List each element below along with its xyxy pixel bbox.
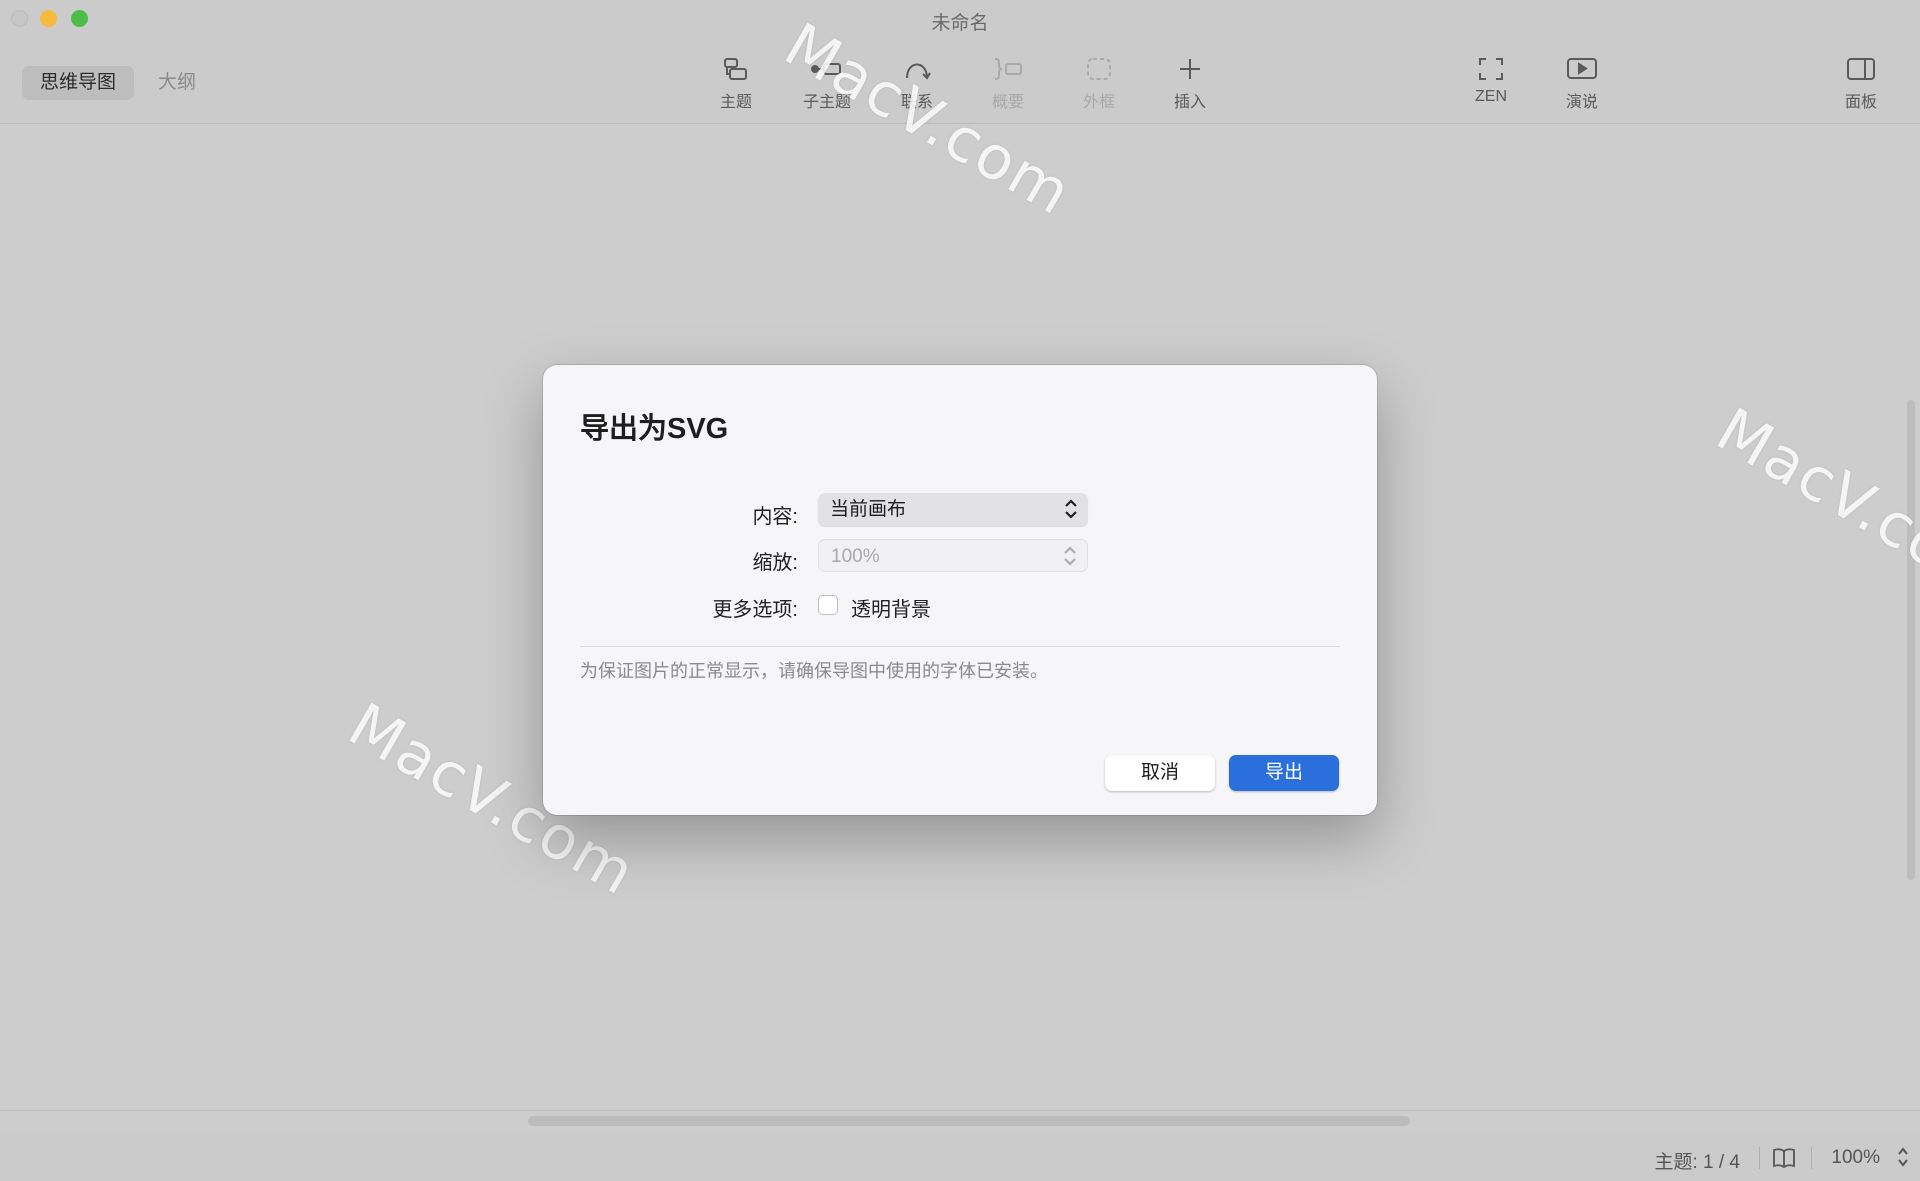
- scale-select-value: 100%: [831, 546, 880, 567]
- topic-button[interactable]: 主题: [696, 54, 776, 112]
- plus-icon: [1150, 54, 1230, 84]
- zen-label: ZEN: [1475, 88, 1507, 105]
- book-icon[interactable]: [1772, 1147, 1796, 1169]
- zen-button[interactable]: ZEN: [1451, 54, 1531, 106]
- view-switch: 思维导图 大纲: [22, 66, 214, 100]
- more-options-label: 更多选项:: [712, 599, 798, 621]
- play-icon: [1542, 54, 1622, 84]
- tab-outline[interactable]: 大纲: [140, 66, 214, 100]
- window-title: 未命名: [931, 13, 989, 34]
- subtopic-button[interactable]: 子主题: [787, 54, 867, 112]
- content-select-value: 当前画布: [830, 499, 907, 520]
- subtopic-label: 子主题: [802, 94, 851, 111]
- status-bar: 主题: 1 / 4 100%: [0, 1135, 1920, 1181]
- relation-icon: [877, 54, 957, 84]
- present-button[interactable]: 演说: [1542, 54, 1622, 112]
- content-label: 内容:: [752, 506, 798, 528]
- chevron-updown-icon: [1064, 498, 1078, 520]
- chevron-updown-icon: [1063, 545, 1077, 567]
- export-button[interactable]: 导出: [1229, 755, 1339, 791]
- boundary-icon: [1059, 54, 1139, 84]
- summary-icon: [968, 54, 1048, 84]
- topic-label: 主题: [719, 94, 752, 111]
- panel-label: 面板: [1844, 94, 1877, 111]
- zoom-stepper-icon[interactable]: [1896, 1145, 1910, 1169]
- insert-label: 插入: [1173, 94, 1206, 111]
- status-divider: [1759, 1147, 1760, 1169]
- font-hint-text: 为保证图片的正常显示，请确保导图中使用的字体已安装。: [580, 661, 1048, 681]
- boundary-button[interactable]: 外框: [1059, 54, 1139, 112]
- relation-label: 联系: [900, 94, 933, 111]
- present-label: 演说: [1565, 94, 1598, 111]
- panel-button[interactable]: 面板: [1821, 54, 1901, 112]
- title-bar: 未命名 思维导图 大纲 主题 子主题 联系 概要 外框 插入 ZEN 演说 面板: [0, 0, 1920, 124]
- boundary-label: 外框: [1082, 94, 1115, 111]
- transparent-background-checkbox[interactable]: [818, 595, 838, 615]
- status-divider: [1811, 1147, 1812, 1169]
- tab-mindmap[interactable]: 思维导图: [22, 66, 135, 100]
- cancel-button[interactable]: 取消: [1105, 755, 1215, 791]
- topic-icon: [696, 54, 776, 84]
- content-select[interactable]: 当前画布: [818, 493, 1088, 526]
- scale-select[interactable]: 100%: [818, 539, 1088, 572]
- summary-button[interactable]: 概要: [968, 54, 1048, 112]
- scale-label: 缩放:: [752, 552, 798, 574]
- subtopic-icon: [787, 54, 867, 84]
- vertical-scrollbar[interactable]: [1907, 400, 1915, 880]
- zoom-level[interactable]: 100%: [1831, 1147, 1880, 1169]
- transparent-background-label[interactable]: 透明背景: [851, 593, 931, 622]
- dialog-title: 导出为SVG: [580, 413, 729, 445]
- horizontal-scrollbar[interactable]: [528, 1116, 1410, 1126]
- insert-button[interactable]: 插入: [1150, 54, 1230, 112]
- sidebar-icon: [1821, 54, 1901, 84]
- topic-count: 主题: 1 / 4: [1654, 1152, 1740, 1173]
- dialog-divider: [580, 646, 1340, 647]
- fullscreen-icon: [1451, 54, 1531, 84]
- relation-button[interactable]: 联系: [877, 54, 957, 112]
- export-svg-dialog: 导出为SVG 内容: 当前画布 缩放: 100% 更多选项: 透明背景 为保证图…: [543, 365, 1377, 815]
- summary-label: 概要: [991, 94, 1024, 111]
